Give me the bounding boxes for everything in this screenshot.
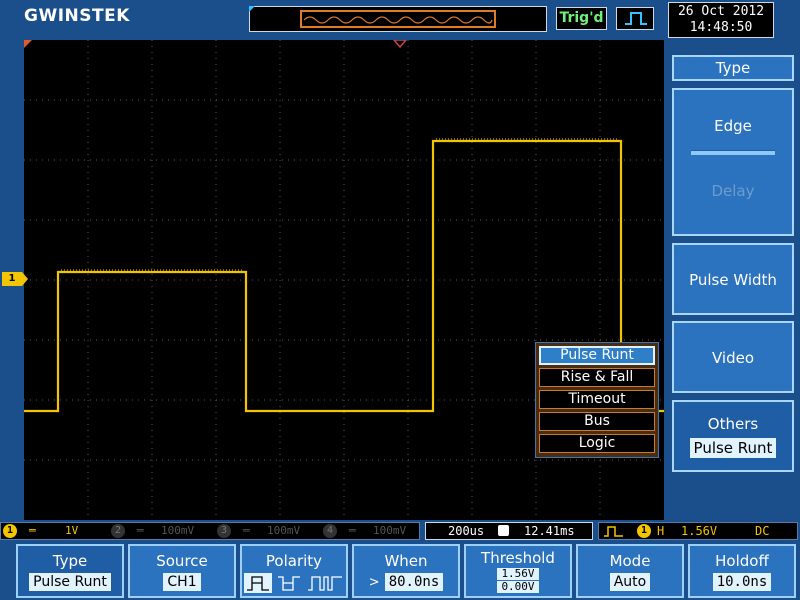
holdoff-softkey[interactable]: Holdoff 10.0ns <box>688 544 796 598</box>
trigger-level: 1.56V <box>681 524 718 538</box>
status-bar: 1 ═ 1V 2 ═ 100mV 3 ═ 100mV 4 ═ 100mV 200… <box>0 520 800 542</box>
date-text: 26 Oct 2012 <box>677 4 765 19</box>
trigger-others-popup: Pulse Runt Rise & Fall Timeout Bus Logic <box>535 342 659 458</box>
mode-value: Auto <box>609 573 651 591</box>
ch2-coupling-icon: ═ <box>137 524 144 537</box>
type-label: Type <box>52 552 88 570</box>
timebase-scale: 200us <box>448 524 485 538</box>
mode-softkey[interactable]: Mode Auto <box>576 544 684 598</box>
polarity-label: Polarity <box>265 552 323 570</box>
memory-start-corner <box>24 40 32 48</box>
polarity-icons <box>244 573 342 593</box>
ch4-coupling-icon: ═ <box>349 524 356 537</box>
source-value: CH1 <box>163 573 201 591</box>
memory-window <box>300 10 496 28</box>
threshold-label: Threshold <box>481 549 555 567</box>
pulse-width-button[interactable]: Pulse Width <box>672 243 794 315</box>
popup-item-timeout[interactable]: Timeout <box>539 390 655 409</box>
holdoff-value: 10.0ns <box>712 573 772 591</box>
top-bar: GWINSTEK Trig'd 26 Oct 2012 14:48:50 <box>0 0 800 40</box>
type-value: Pulse Runt <box>29 573 111 591</box>
when-softkey[interactable]: When > 80.0ns <box>352 544 460 598</box>
popup-item-rise-fall[interactable]: Rise & Fall <box>539 368 655 387</box>
timebase-status: 200us 12.41ms <box>425 522 593 540</box>
bottom-menu: Type Pulse Runt Source CH1 Polarity When… <box>0 542 800 600</box>
others-value: Pulse Runt <box>689 438 777 458</box>
source-label: Source <box>156 552 208 570</box>
popup-item-bus[interactable]: Bus <box>539 412 655 431</box>
trigger-status: Trig'd <box>556 7 607 30</box>
threshold-low: 0.00V <box>497 581 539 593</box>
side-menu-title: Type <box>672 55 794 81</box>
ch4-scale: 100mV <box>373 524 407 537</box>
memory-overview-bar <box>249 6 547 32</box>
when-value: 80.0ns <box>384 573 444 591</box>
acquisition-mode-icon[interactable] <box>616 7 654 30</box>
trigger-source-badge: 1 <box>637 524 651 538</box>
ch1-scale: 1V <box>65 524 79 537</box>
trigger-position-marker <box>393 40 407 49</box>
source-softkey[interactable]: Source CH1 <box>128 544 236 598</box>
ch3-coupling-icon: ═ <box>243 524 250 537</box>
ch2-scale: 100mV <box>161 524 195 537</box>
mode-label: Mode <box>609 552 651 570</box>
popup-item-logic[interactable]: Logic <box>539 434 655 453</box>
video-button[interactable]: Video <box>672 321 794 393</box>
time-text: 14:48:50 <box>689 20 753 35</box>
type-softkey[interactable]: Type Pulse Runt <box>16 544 124 598</box>
when-label: When <box>384 552 428 570</box>
pulse-trigger-icon <box>603 524 625 542</box>
others-button[interactable]: Others Pulse Runt <box>672 400 794 472</box>
holdoff-label: Holdoff <box>715 552 769 570</box>
delay-label: Delay <box>711 182 755 200</box>
timebase-position: 12.41ms <box>524 524 575 538</box>
others-label: Others <box>707 415 759 433</box>
ch1-ground-marker[interactable]: 1 <box>2 272 28 286</box>
negative-polarity-icon <box>278 576 300 591</box>
trigger-status-bar: 1 H 1.56V DC <box>598 522 798 540</box>
trigger-coupling: DC <box>755 524 770 538</box>
edge-label: Edge <box>714 117 752 135</box>
trigger-label: H <box>657 524 665 538</box>
polarity-softkey[interactable]: Polarity <box>240 544 348 598</box>
ch3-badge[interactable]: 3 <box>217 524 231 538</box>
ch4-badge[interactable]: 4 <box>323 524 337 538</box>
either-polarity-icon <box>308 576 342 591</box>
date-time-display: 26 Oct 2012 14:48:50 <box>668 2 774 38</box>
selection-divider <box>691 150 775 155</box>
memory-start-marker <box>249 6 255 12</box>
brand-logo: GWINSTEK <box>24 6 130 26</box>
threshold-softkey[interactable]: Threshold 1.56V 0.00V <box>464 544 572 598</box>
ch2-badge[interactable]: 2 <box>111 524 125 538</box>
when-prefix: > <box>368 575 380 590</box>
popup-item-pulse-runt[interactable]: Pulse Runt <box>539 346 655 365</box>
channel-status-bar: 1 ═ 1V 2 ═ 100mV 3 ═ 100mV 4 ═ 100mV <box>0 522 420 540</box>
edge-delay-button[interactable]: Edge Delay <box>672 88 794 236</box>
threshold-high: 1.56V <box>497 568 539 580</box>
ch3-scale: 100mV <box>267 524 301 537</box>
memory-wave <box>303 16 493 24</box>
horizontal-position-icon <box>498 525 509 536</box>
dc-coupling-icon: ═ <box>29 524 36 537</box>
ch1-badge[interactable]: 1 <box>3 524 17 538</box>
